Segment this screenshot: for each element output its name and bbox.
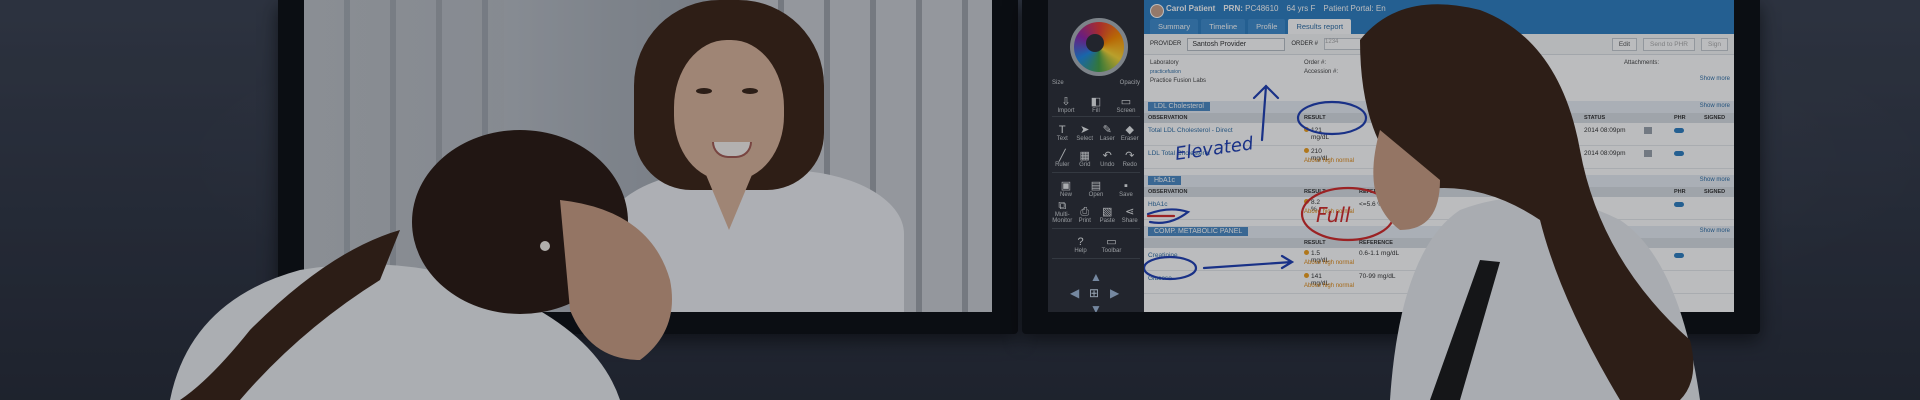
- foreground-people: [170, 4, 1700, 400]
- left-clinician: [170, 130, 672, 400]
- left-clinician-earring: [540, 241, 550, 251]
- photo-scene: Size Opacity ⇩ Import ◧ Fill ▭ Screen T Text…: [0, 0, 1920, 400]
- right-clinician: [1360, 4, 1700, 400]
- left-clinician-face: [560, 200, 672, 360]
